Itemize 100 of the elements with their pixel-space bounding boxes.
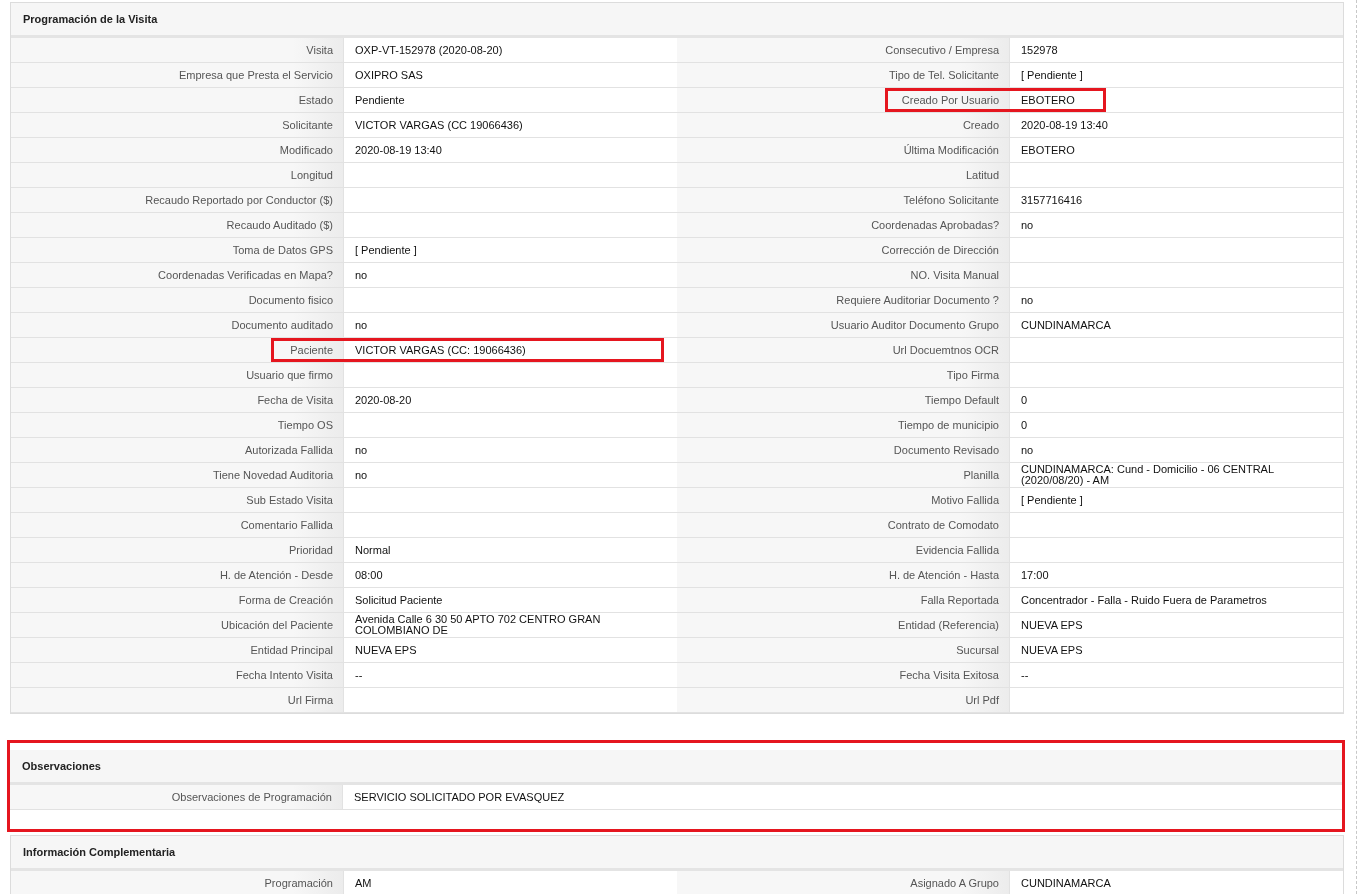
field-label: Creado (677, 113, 1010, 137)
field-value: 2020-08-19 13:40 (1021, 119, 1108, 131)
field-label: Estado (11, 88, 344, 112)
field-label: Fecha de Visita (11, 388, 344, 412)
field-label: Tiempo Default (677, 388, 1010, 412)
field-label: H. de Atención - Hasta (677, 563, 1010, 587)
field-label: Usuario Auditor Documento Grupo (677, 313, 1010, 337)
field-label: Url Firma (11, 688, 344, 712)
field-value: 0 (1021, 394, 1028, 406)
field-label: Recaudo Auditado ($) (11, 213, 344, 237)
field-label: Coordenadas Aprobadas? (677, 213, 1010, 237)
field-value: VICTOR VARGAS (CC: 19066436) (355, 344, 526, 356)
field-value: 08:00 (355, 569, 383, 581)
field-label: Documento Revisado (677, 438, 1010, 462)
field-label: Ubicación del Paciente (11, 613, 344, 637)
field-label: Observaciones de Programación (10, 785, 343, 809)
field-label: Sucursal (677, 638, 1010, 662)
field-value: Avenida Calle 6 30 50 APTO 702 CENTRO GRAN COLOMBIANO DE (355, 614, 602, 636)
field-label: Última Modificación (677, 138, 1010, 162)
field-value: 152978 (1021, 44, 1058, 56)
field-value: EBOTERO (1021, 144, 1075, 156)
field-value: 2020-08-19 13:40 (355, 144, 442, 156)
section-header: Información Complementaria (11, 836, 1343, 871)
field-label: Corrección de Dirección (677, 238, 1010, 262)
field-label: Documento fisico (11, 288, 344, 312)
field-value: [ Pendiente ] (1021, 494, 1083, 506)
field-label: Asignado A Grupo (677, 871, 1010, 894)
field-value: 0 (1021, 419, 1028, 431)
section-header: Programación de la Visita (11, 3, 1343, 38)
field-value: Pendiente (355, 94, 405, 106)
field-label: Latitud (677, 163, 1010, 187)
field-label: Programación (11, 871, 344, 894)
field-label: Consecutivo / Empresa (677, 38, 1010, 62)
field-value: AM (355, 877, 372, 889)
field-label: Tiene Novedad Auditoria (11, 463, 344, 487)
field-value: no (355, 469, 368, 481)
field-label: Solicitante (11, 113, 344, 137)
field-label: Coordenadas Verificadas en Mapa? (11, 263, 344, 287)
field-label: Usuario que firmo (11, 363, 344, 387)
field-label: Tiempo de municipio (677, 413, 1010, 437)
field-label: Contrato de Comodato (677, 513, 1010, 537)
field-label: Comentario Fallida (11, 513, 344, 537)
field-label: Teléfono Solicitante (677, 188, 1010, 212)
field-label: Forma de Creación (11, 588, 344, 612)
field-value: 2020-08-20 (355, 394, 412, 406)
field-label: Sub Estado Visita (11, 488, 344, 512)
field-label: Longitud (11, 163, 344, 187)
field-label: Entidad (Referencia) (677, 613, 1010, 637)
field-value: CUNDINAMARCA (1021, 319, 1111, 331)
field-label: Fecha Visita Exitosa (677, 663, 1010, 687)
field-value: NUEVA EPS (1021, 644, 1083, 656)
field-value: no (1021, 294, 1034, 306)
field-label: NO. Visita Manual (677, 263, 1010, 287)
field-label: H. de Atención - Desde (11, 563, 344, 587)
field-label: Fecha Intento Visita (11, 663, 344, 687)
field-value: [ Pendiente ] (355, 244, 417, 256)
field-label: Falla Reportada (677, 588, 1010, 612)
field-value: no (1021, 444, 1034, 456)
field-label: Recaudo Reportado por Conductor ($) (11, 188, 344, 212)
field-value: no (355, 319, 368, 331)
field-label: Url Docuemtnos OCR (677, 338, 1010, 362)
field-label: Autorizada Fallida (11, 438, 344, 462)
field-value: NUEVA EPS (355, 644, 417, 656)
field-value: no (355, 269, 368, 281)
field-label: Paciente (11, 338, 344, 362)
field-value: CUNDINAMARCA: Cund - Domicilio - 06 CENTRAL (2020/08/20) - AM (1021, 464, 1275, 486)
field-value: OXIPRO SAS (355, 69, 423, 81)
field-value: SERVICIO SOLICITADO POR EVASQUEZ (354, 791, 565, 803)
field-value: 17:00 (1021, 569, 1049, 581)
field-value: Concentrador - Falla - Ruido Fuera de Parametros (1021, 594, 1267, 606)
field-value: -- (355, 669, 363, 681)
field-label: Creado Por Usuario (677, 88, 1010, 112)
field-label: Empresa que Presta el Servicio (11, 63, 344, 87)
field-value: VICTOR VARGAS (CC 19066436) (355, 119, 523, 131)
field-value: OXP-VT-152978 (2020-08-20) (355, 44, 503, 56)
field-value: no (355, 444, 368, 456)
field-label: Modificado (11, 138, 344, 162)
field-value: [ Pendiente ] (1021, 69, 1083, 81)
field-label: Planilla (677, 463, 1010, 487)
field-value: NUEVA EPS (1021, 619, 1083, 631)
field-label: Entidad Principal (11, 638, 344, 662)
field-label: Documento auditado (11, 313, 344, 337)
field-label: Tipo de Tel. Solicitante (677, 63, 1010, 87)
field-label: Prioridad (11, 538, 344, 562)
field-label: Toma de Datos GPS (11, 238, 344, 262)
field-label: Url Pdf (677, 688, 1010, 712)
field-value: -- (1021, 669, 1029, 681)
field-value: CUNDINAMARCA (1021, 877, 1111, 889)
field-label: Requiere Auditoriar Documento ? (677, 288, 1010, 312)
field-value: 3157716416 (1021, 194, 1083, 206)
field-value: Solicitud Paciente (355, 594, 443, 606)
field-label: Tiempo OS (11, 413, 344, 437)
field-value: EBOTERO (1021, 94, 1075, 106)
field-value: Normal (355, 544, 391, 556)
field-label: Tipo Firma (677, 363, 1010, 387)
field-label: Visita (11, 38, 344, 62)
field-value: no (1021, 219, 1034, 231)
section-header: Observaciones (10, 750, 1342, 785)
field-label: Motivo Fallida (677, 488, 1010, 512)
field-label: Evidencia Fallida (677, 538, 1010, 562)
